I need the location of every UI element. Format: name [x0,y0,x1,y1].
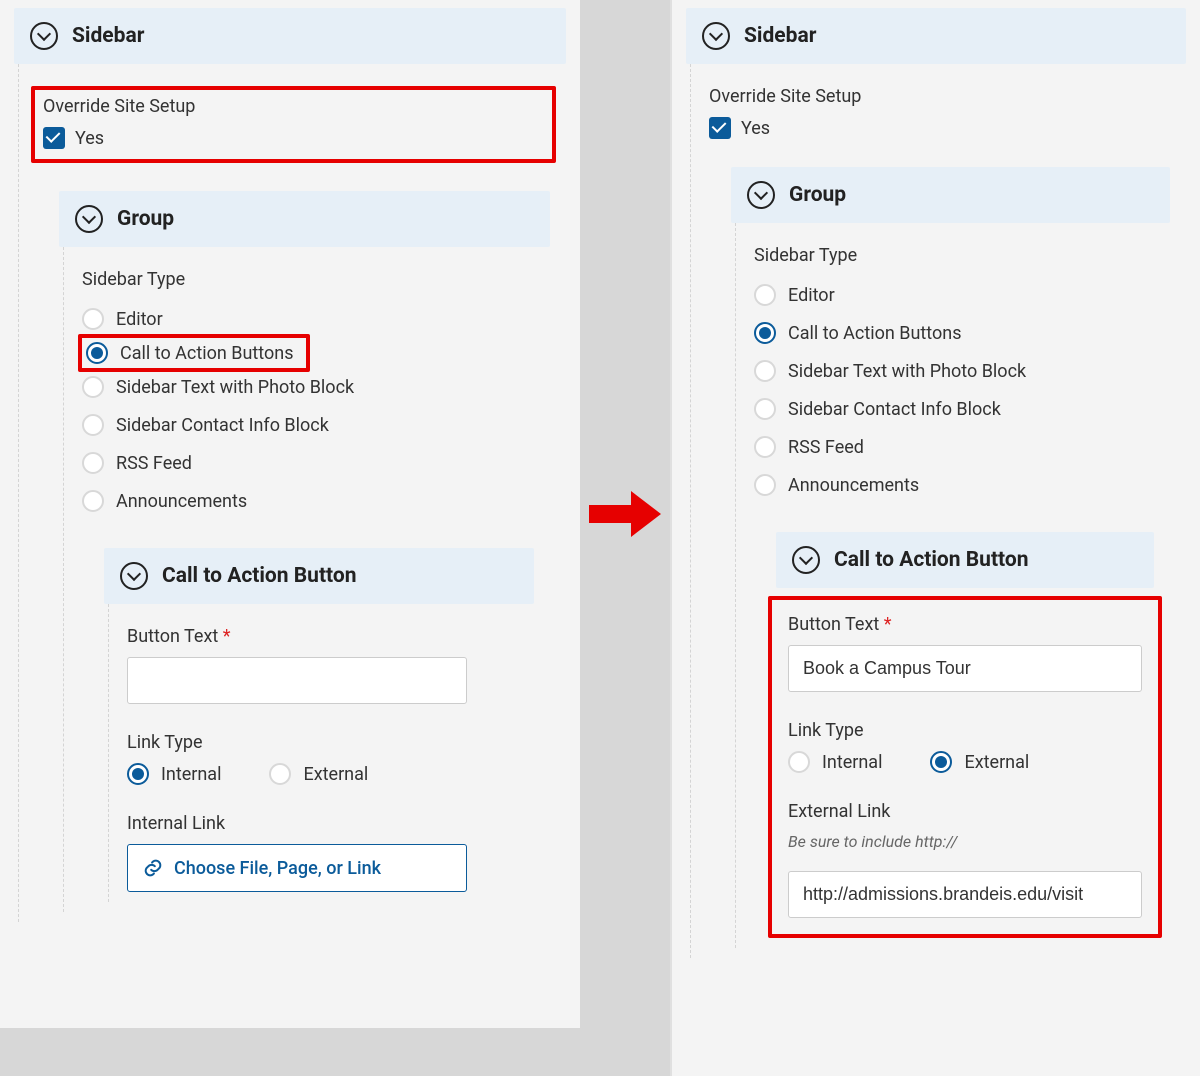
group-body: Sidebar Type Editor Call to Action Butto… [735,223,1170,948]
sidebar-type-option[interactable]: Sidebar Contact Info Block [82,406,534,444]
link-type-label: Link Type [788,720,1142,741]
left-panel: Sidebar Override Site Setup Yes Group Si… [0,0,580,1028]
sidebar-type-label: Sidebar Type [754,245,1154,266]
cta-accordion-header[interactable]: Call to Action Button [776,532,1154,588]
highlight-cta-radio: Call to Action Buttons [82,338,534,368]
radio-icon [754,322,776,344]
sidebar-body: Override Site Setup Yes Group Sidebar Ty… [690,64,1186,958]
sidebar-type-label: Sidebar Type [82,269,534,290]
right-panel: Sidebar Override Site Setup Yes Group Si… [670,0,1200,1076]
radio-icon [754,360,776,382]
radio-icon [930,751,952,773]
group-accordion-header[interactable]: Group [731,167,1170,223]
internal-link-label: Internal Link [127,813,518,834]
arrow-icon [589,491,661,537]
cta-title: Call to Action Button [834,548,1029,572]
sidebar-type-option[interactable]: Editor [82,300,534,338]
chevron-down-icon [747,181,775,209]
external-link-input[interactable] [788,871,1142,918]
highlight-override: Override Site Setup Yes [31,86,556,163]
sidebar-type-option[interactable]: Sidebar Contact Info Block [754,390,1154,428]
sidebar-type-radio-group: Editor Call to Action Buttons Sidebar Te… [82,300,534,520]
sidebar-accordion-header[interactable]: Sidebar [686,8,1186,64]
sidebar-title: Sidebar [744,24,816,48]
sidebar-type-option[interactable]: Editor [754,276,1154,314]
button-text-input[interactable] [788,645,1142,692]
group-title: Group [789,183,846,207]
radio-icon [754,284,776,306]
group-title: Group [117,207,174,231]
button-text-input[interactable] [127,657,467,704]
link-type-radio-group: Internal External [127,763,518,785]
link-type-option[interactable]: External [930,751,1029,773]
radio-icon [82,452,104,474]
link-type-option[interactable]: Internal [788,751,882,773]
radio-icon [127,763,149,785]
radio-icon [269,763,291,785]
chevron-down-icon [30,22,58,50]
required-marker: * [884,614,892,635]
override-value-label: Yes [75,128,104,149]
choose-file-label: Choose File, Page, or Link [174,858,381,879]
group-body: Sidebar Type Editor Call to Action Butto… [63,247,550,912]
override-checkbox[interactable] [709,117,731,139]
radio-icon [754,436,776,458]
link-type-option[interactable]: External [269,763,368,785]
choose-file-button[interactable]: Choose File, Page, or Link [127,844,467,892]
button-text-label: Button Text * [127,626,518,647]
chevron-down-icon [120,562,148,590]
transition-arrow-area [580,0,670,1028]
radio-icon [82,376,104,398]
sidebar-type-radio-group: Editor Call to Action Buttons Sidebar Te… [754,276,1154,504]
chevron-down-icon [702,22,730,50]
sidebar-accordion-header[interactable]: Sidebar [14,8,566,64]
override-label: Override Site Setup [43,96,544,117]
link-type-radio-group: Internal External [788,751,1142,773]
radio-icon [86,342,108,364]
sidebar-type-option[interactable]: Announcements [754,466,1154,504]
radio-icon [754,398,776,420]
external-link-help: Be sure to include http:// [788,832,1142,851]
group-accordion-header[interactable]: Group [59,191,550,247]
cta-body: Button Text * Link Type Internal [108,604,534,902]
sidebar-type-option[interactable]: Sidebar Text with Photo Block [82,368,534,406]
button-text-label: Button Text * [788,614,1142,635]
link-icon [142,857,164,879]
chevron-down-icon [75,205,103,233]
override-value-label: Yes [741,118,770,139]
link-type-option[interactable]: Internal [127,763,221,785]
chevron-down-icon [792,546,820,574]
link-type-label: Link Type [127,732,518,753]
radio-icon [82,490,104,512]
override-checkbox[interactable] [43,127,65,149]
sidebar-type-option[interactable]: RSS Feed [754,428,1154,466]
external-link-label: External Link [788,801,1142,822]
sidebar-type-option[interactable]: Announcements [82,482,534,520]
radio-icon [82,308,104,330]
override-label: Override Site Setup [709,86,1170,107]
sidebar-title: Sidebar [72,24,144,48]
radio-icon [788,751,810,773]
radio-icon [82,414,104,436]
sidebar-type-option[interactable]: Call to Action Buttons [78,334,310,372]
radio-icon [754,474,776,496]
sidebar-type-option[interactable]: RSS Feed [82,444,534,482]
cta-accordion-header[interactable]: Call to Action Button [104,548,534,604]
cta-title: Call to Action Button [162,564,357,588]
sidebar-type-option[interactable]: Sidebar Text with Photo Block [754,352,1154,390]
required-marker: * [223,626,231,647]
sidebar-type-option[interactable]: Call to Action Buttons [754,314,1154,352]
sidebar-body: Override Site Setup Yes Group Sidebar Ty… [18,64,566,922]
highlight-cta-fields: Button Text * Link Type Internal [768,596,1162,938]
